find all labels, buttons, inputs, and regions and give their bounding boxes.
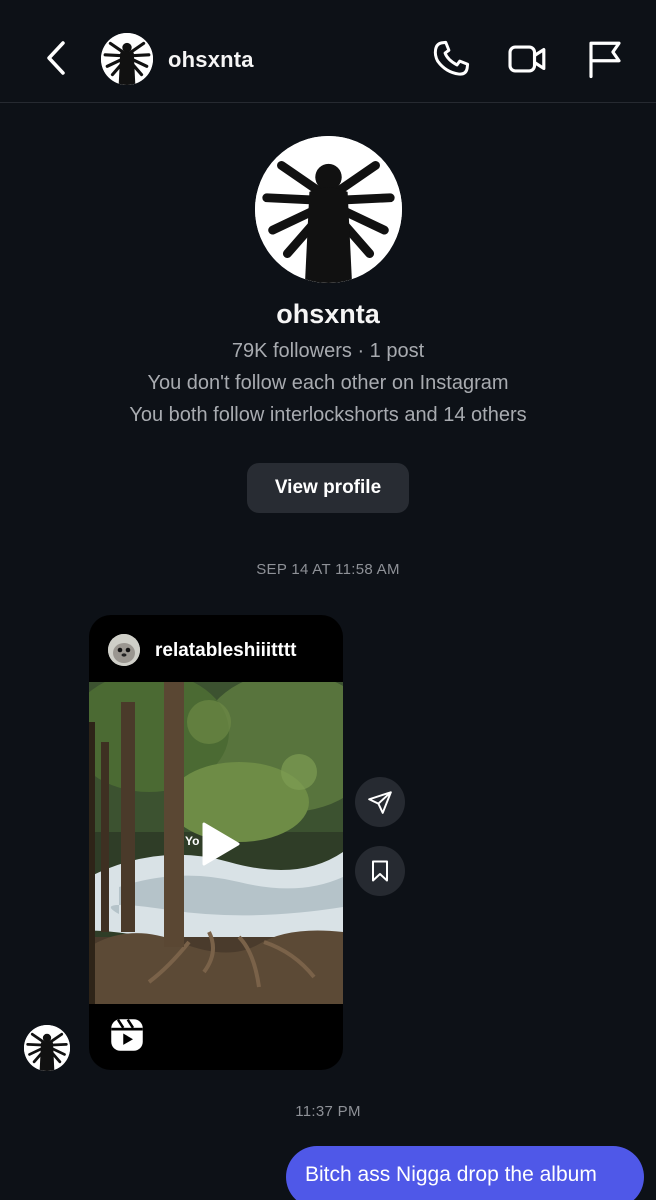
play-icon[interactable] xyxy=(194,820,242,868)
shared-post-avatar[interactable] xyxy=(108,634,140,666)
video-camera-icon xyxy=(508,45,546,73)
video-call-button[interactable] xyxy=(506,38,548,80)
profile-avatar[interactable] xyxy=(255,136,402,283)
share-button[interactable] xyxy=(355,777,405,827)
chat-header: ohsxnta xyxy=(0,0,656,103)
profile-stats: 79K followers · 1 post xyxy=(231,340,425,362)
message-timestamp-2: 11:37 PM xyxy=(295,1103,361,1120)
audio-call-button[interactable] xyxy=(430,38,472,80)
save-button[interactable] xyxy=(355,846,405,896)
reels-icon xyxy=(111,1019,143,1051)
reel-thumbnail[interactable]: Yo xyxy=(89,682,343,1004)
sender-avatar[interactable] xyxy=(24,1025,70,1071)
reels-badge xyxy=(109,1017,145,1053)
sent-message-bubble[interactable]: Bitch ass Nigga drop the album xyxy=(286,1146,644,1200)
header-avatar[interactable] xyxy=(101,33,153,85)
back-button[interactable] xyxy=(40,38,76,78)
mutual-followers: You both follow interlockshorts and 14 o… xyxy=(129,404,527,426)
send-icon xyxy=(368,791,392,814)
phone-icon xyxy=(433,40,470,76)
message-timestamp: SEP 14 AT 11:58 AM xyxy=(256,561,400,578)
profile-name: ohsxnta xyxy=(276,299,380,329)
bookmark-icon xyxy=(372,860,388,882)
shared-post-username[interactable]: relatableshiiitttt xyxy=(155,640,296,662)
follow-status: You don't follow each other on Instagram xyxy=(147,372,509,394)
report-button[interactable] xyxy=(584,38,626,80)
media-overlay-text: Yo xyxy=(185,834,200,848)
header-username[interactable]: ohsxnta xyxy=(168,47,254,73)
view-profile-button[interactable]: View profile xyxy=(247,463,409,513)
flag-icon xyxy=(589,41,621,79)
back-icon xyxy=(47,41,65,75)
shared-reel-card[interactable]: relatableshiiitttt Yo xyxy=(89,615,343,1070)
